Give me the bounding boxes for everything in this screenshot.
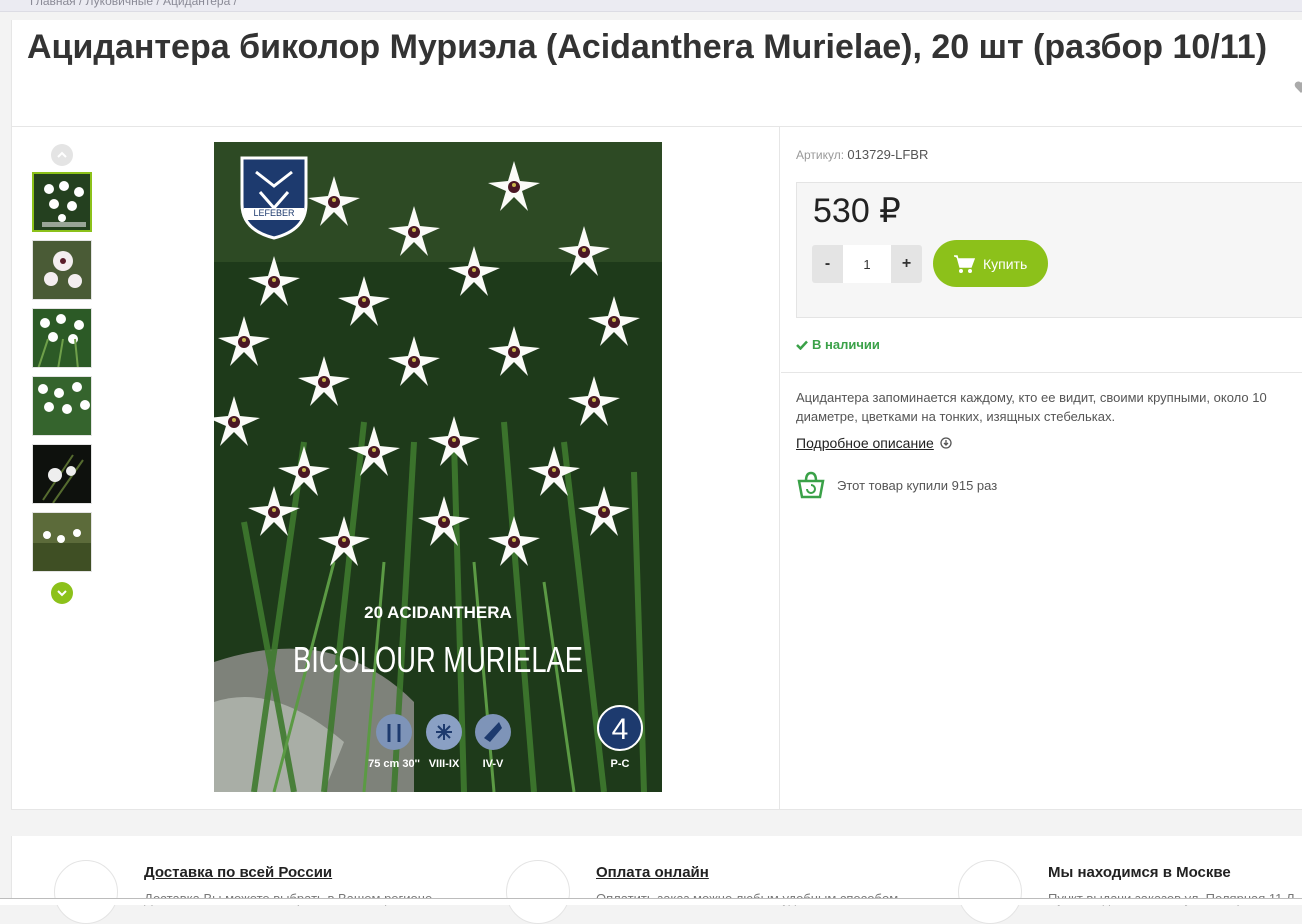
feature-payment-title[interactable]: Оплата онлайн — [596, 864, 709, 881]
short-description: Ацидантера запоминается каждому, кто ее … — [796, 388, 1302, 426]
description-line-2: диаметре, цветками на тонких, изящных ст… — [796, 409, 1116, 424]
chevron-down-icon — [57, 590, 67, 597]
card-icon — [506, 860, 570, 924]
main-product-image[interactable]: LEFEBER 20 ACIDANTHERA BICOLOUR MURIELAE… — [214, 142, 662, 792]
cart-icon — [954, 254, 975, 273]
divider — [781, 372, 1302, 373]
package-zone-number: 4 — [612, 713, 629, 746]
check-icon — [796, 340, 808, 350]
description-line-1: Ацидантера запоминается каждому, кто ее … — [796, 390, 1267, 405]
package-icon-label-3: IV-V — [483, 758, 504, 770]
thumbnail-4[interactable] — [32, 376, 92, 436]
package-brand: LEFEBER — [253, 208, 295, 218]
price: 530 ₽ — [813, 192, 901, 230]
heart-icon[interactable] — [1294, 80, 1302, 94]
price-box: 530 ₽ - 1 + Купить — [796, 182, 1302, 318]
buy-label: Купить — [983, 255, 1028, 272]
thumbnail-1[interactable] — [32, 172, 92, 232]
truck-icon — [54, 860, 118, 924]
feature-location-title: Мы находимся в Москве — [1048, 864, 1231, 881]
breadcrumb[interactable]: Главная / Луковичные / Ацидантера / — [30, 0, 237, 8]
shopping-basket-icon — [797, 471, 825, 499]
stock-label: В наличии — [812, 337, 880, 352]
map-pin-icon — [958, 860, 1022, 924]
feature-delivery-title[interactable]: Доставка по всей России — [144, 864, 332, 881]
thumbnail-6[interactable] — [32, 512, 92, 572]
top-strip: Главная / Луковичные / Ацидантера / — [0, 0, 1302, 12]
thumbs-up-arrow[interactable] — [51, 144, 73, 166]
product-card: LEFEBER 20 ACIDANTHERA BICOLOUR MURIELAE… — [11, 126, 1302, 810]
stock-status: В наличии — [796, 337, 880, 352]
thumbs-down-arrow[interactable] — [51, 582, 73, 604]
thumbnail-2[interactable] — [32, 240, 92, 300]
thumbnail-list — [32, 172, 94, 580]
more-description-link[interactable]: Подробное описание — [796, 435, 952, 451]
package-icon-label-1: 75 cm 30'' — [368, 758, 420, 770]
qty-minus-button[interactable]: - — [812, 245, 843, 283]
thumbnail-3[interactable] — [32, 308, 92, 368]
title-box: Ацидантера биколор Муриэла (Acidanthera … — [11, 20, 1302, 126]
package-name: BICOLOUR MURIELAE — [293, 639, 583, 680]
qty-plus-button[interactable]: + — [891, 245, 922, 283]
gallery: LEFEBER 20 ACIDANTHERA BICOLOUR MURIELAE… — [12, 127, 780, 810]
arrow-down-circle-icon — [940, 437, 952, 449]
more-label: Подробное описание — [796, 435, 934, 451]
bought-count: Этот товар купили 915 раз — [796, 470, 997, 500]
package-icon-label-2: VIII-IX — [429, 758, 460, 770]
package-zone-label: P-C — [611, 758, 630, 770]
sku-value: 013729-LFBR — [847, 147, 929, 162]
buy-button[interactable]: Купить — [933, 240, 1048, 287]
thumbnail-5[interactable] — [32, 444, 92, 504]
sku-label: Артикул: — [796, 148, 845, 162]
bought-label: Этот товар купили 915 раз — [837, 477, 998, 493]
sku: Артикул: 013729-LFBR — [796, 147, 928, 162]
qty-input[interactable]: 1 — [843, 245, 891, 283]
quantity-stepper: - 1 + — [812, 245, 922, 283]
package-count: 20 ACIDANTHERA — [364, 603, 512, 622]
page-title: Ацидантера биколор Муриэла (Acidanthera … — [27, 28, 1268, 66]
product-info: Артикул: 013729-LFBR 530 ₽ - 1 + Купить … — [781, 127, 1302, 810]
bottom-edge — [0, 898, 1302, 905]
features-bar: Доставка по всей России Доставка Вы може… — [11, 836, 1302, 924]
chevron-up-icon — [57, 151, 67, 158]
